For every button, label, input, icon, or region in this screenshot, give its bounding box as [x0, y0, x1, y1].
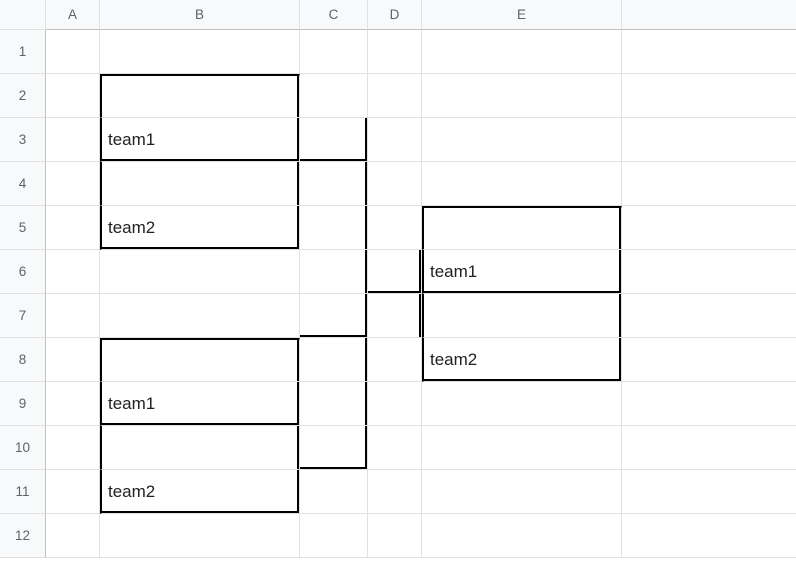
select-all-corner[interactable]	[0, 0, 46, 30]
cell-E8[interactable]: team2	[422, 338, 622, 382]
cell-D3[interactable]	[368, 118, 422, 162]
cell-A7[interactable]	[46, 294, 100, 338]
cell-F10[interactable]	[622, 426, 796, 470]
cell-D5[interactable]	[368, 206, 422, 250]
cell-A11[interactable]	[46, 470, 100, 514]
cell-B4[interactable]	[100, 162, 300, 206]
cell-F8[interactable]	[622, 338, 796, 382]
cell-F12[interactable]	[622, 514, 796, 558]
cell-A12[interactable]	[46, 514, 100, 558]
row-header-9[interactable]: 9	[0, 382, 46, 426]
cell-C2[interactable]	[300, 74, 368, 118]
cell-E4[interactable]	[422, 162, 622, 206]
match1-top-label: team1	[108, 130, 155, 150]
final-bottom-label: team2	[430, 350, 477, 370]
cell-C11[interactable]	[300, 470, 368, 514]
cell-C12[interactable]	[300, 514, 368, 558]
cell-C10[interactable]	[300, 426, 368, 470]
col-header-A[interactable]: A	[46, 0, 100, 30]
row-header-8[interactable]: 8	[0, 338, 46, 382]
cell-D11[interactable]	[368, 470, 422, 514]
cell-C9[interactable]	[300, 382, 368, 426]
cell-E1[interactable]	[422, 30, 622, 74]
cell-B8[interactable]	[100, 338, 300, 382]
cell-A3[interactable]	[46, 118, 100, 162]
cell-B6[interactable]	[100, 250, 300, 294]
cell-A6[interactable]	[46, 250, 100, 294]
cell-C1[interactable]	[300, 30, 368, 74]
row-header-7[interactable]: 7	[0, 294, 46, 338]
cell-F7[interactable]	[622, 294, 796, 338]
cell-F5[interactable]	[622, 206, 796, 250]
cell-B9[interactable]: team1	[100, 382, 300, 426]
cell-A5[interactable]	[46, 206, 100, 250]
cell-D10[interactable]	[368, 426, 422, 470]
cell-A9[interactable]	[46, 382, 100, 426]
cell-F11[interactable]	[622, 470, 796, 514]
cell-A10[interactable]	[46, 426, 100, 470]
cell-E5[interactable]	[422, 206, 622, 250]
row-header-11[interactable]: 11	[0, 470, 46, 514]
col-header-B[interactable]: B	[100, 0, 300, 30]
col-header-C[interactable]: C	[300, 0, 368, 30]
cell-B2[interactable]	[100, 74, 300, 118]
cell-A2[interactable]	[46, 74, 100, 118]
row-header-6[interactable]: 6	[0, 250, 46, 294]
col-header-E[interactable]: E	[422, 0, 622, 30]
cell-C8[interactable]	[300, 338, 368, 382]
row-header-5[interactable]: 5	[0, 206, 46, 250]
cell-A4[interactable]	[46, 162, 100, 206]
cell-A1[interactable]	[46, 30, 100, 74]
cell-B10[interactable]	[100, 426, 300, 470]
cell-C5[interactable]	[300, 206, 368, 250]
cell-E10[interactable]	[422, 426, 622, 470]
cell-C3[interactable]	[300, 118, 368, 162]
cell-C4[interactable]	[300, 162, 368, 206]
cell-D6[interactable]	[368, 250, 422, 294]
col-header-D[interactable]: D	[368, 0, 422, 30]
cell-F6[interactable]	[622, 250, 796, 294]
cell-B5[interactable]: team2	[100, 206, 300, 250]
cell-D9[interactable]	[368, 382, 422, 426]
row-header-10[interactable]: 10	[0, 426, 46, 470]
cell-A8[interactable]	[46, 338, 100, 382]
cell-C7[interactable]	[300, 294, 368, 338]
cell-F9[interactable]	[622, 382, 796, 426]
cell-E12[interactable]	[422, 514, 622, 558]
cell-F2[interactable]	[622, 74, 796, 118]
cell-D4[interactable]	[368, 162, 422, 206]
match2-bottom-label: team2	[108, 482, 155, 502]
cell-E11[interactable]	[422, 470, 622, 514]
row-header-4[interactable]: 4	[0, 162, 46, 206]
cell-D12[interactable]	[368, 514, 422, 558]
cell-D2[interactable]	[368, 74, 422, 118]
cell-B11[interactable]: team2	[100, 470, 300, 514]
cell-C6[interactable]	[300, 250, 368, 294]
cell-B7[interactable]	[100, 294, 300, 338]
cell-E2[interactable]	[422, 74, 622, 118]
cell-D1[interactable]	[368, 30, 422, 74]
cell-D8[interactable]	[368, 338, 422, 382]
row-header-3[interactable]: 3	[0, 118, 46, 162]
row-header-2[interactable]: 2	[0, 74, 46, 118]
cell-F3[interactable]	[622, 118, 796, 162]
cell-B1[interactable]	[100, 30, 300, 74]
row-header-1[interactable]: 1	[0, 30, 46, 74]
match2-top-label: team1	[108, 394, 155, 414]
cell-E7[interactable]	[422, 294, 622, 338]
cell-E3[interactable]	[422, 118, 622, 162]
spreadsheet-grid[interactable]: A B C D E 1 2 3 team1 4 5 team2 6	[0, 0, 796, 558]
row-header-12[interactable]: 12	[0, 514, 46, 558]
final-top-label: team1	[430, 262, 477, 282]
cell-D7[interactable]	[368, 294, 422, 338]
cell-F4[interactable]	[622, 162, 796, 206]
col-header-spill[interactable]	[622, 0, 796, 30]
cell-B3[interactable]: team1	[100, 118, 300, 162]
cell-B12[interactable]	[100, 514, 300, 558]
match1-bottom-label: team2	[108, 218, 155, 238]
cell-F1[interactable]	[622, 30, 796, 74]
cell-E9[interactable]	[422, 382, 622, 426]
cell-E6[interactable]: team1	[422, 250, 622, 294]
